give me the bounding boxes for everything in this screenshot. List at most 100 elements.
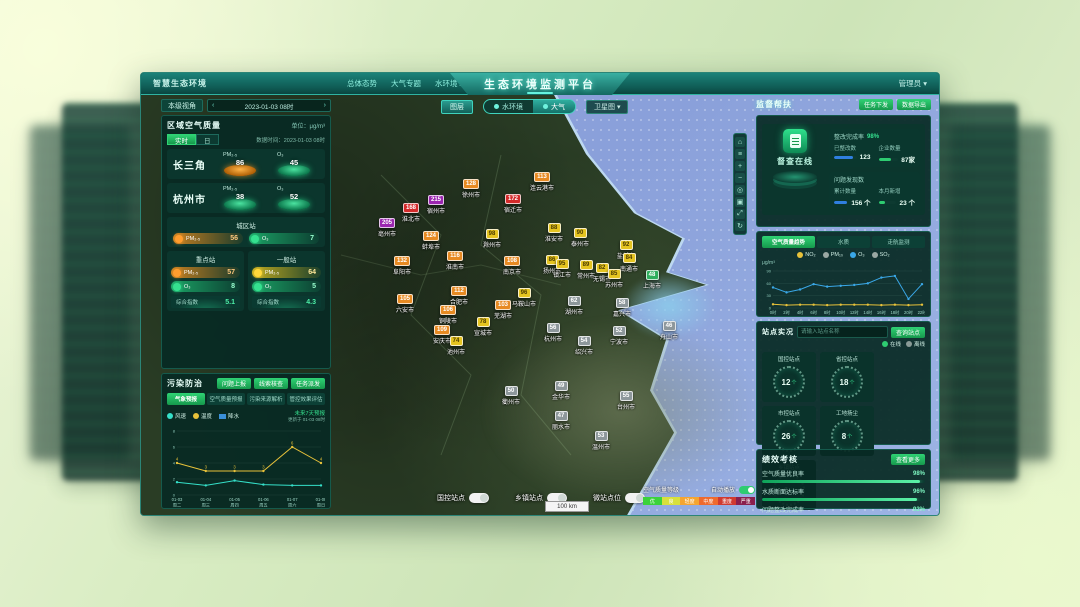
aqi-segment: 重度 (718, 497, 737, 505)
city-marker[interactable]: 103芜湖市 (494, 300, 512, 320)
city-marker[interactable]: 215宿州市 (427, 195, 445, 215)
layer-toggle-switch[interactable] (469, 493, 489, 503)
city-marker[interactable]: 48上海市 (643, 270, 661, 290)
city-marker[interactable]: 98滁州市 (483, 229, 501, 249)
city-marker[interactable]: 74池州市 (447, 336, 465, 356)
city-marker[interactable]: 95镇江市 (553, 259, 571, 279)
city-marker[interactable]: 105六安市 (396, 294, 414, 314)
trend-tab-2[interactable]: 走航监测 (872, 236, 925, 248)
forecast-button-1[interactable]: 线索核查 (254, 378, 288, 389)
supervision-button-0[interactable]: 任务下发 (859, 99, 893, 110)
forecast-tab-1[interactable]: 空气质量预报 (207, 393, 245, 405)
forecast-tab-3[interactable]: 管控效果评估 (287, 393, 325, 405)
marker-city-name: 宁波市 (610, 337, 628, 346)
pill-dot-icon (173, 283, 181, 291)
grid-icon[interactable]: ▣ (735, 197, 745, 207)
aqi-segment: 优 (643, 497, 662, 505)
city-marker[interactable]: 52宁波市 (610, 326, 628, 346)
date-picker[interactable]: ‹ 2023-01-03 08时 › (207, 99, 331, 112)
locate-icon[interactable]: ◎ (735, 185, 745, 195)
zoom-in-icon[interactable]: + (735, 161, 745, 171)
legend-label: O₃ (858, 252, 865, 258)
reset-icon[interactable]: ↻ (735, 221, 745, 231)
forecast-tab-0[interactable]: 气象预报 (167, 393, 205, 405)
marker-city-name: 上海市 (643, 281, 661, 290)
station-search-button[interactable]: 查询站点 (891, 327, 925, 338)
legend-label: NO₂ (805, 252, 815, 258)
city-marker[interactable]: 62湖州市 (565, 296, 583, 316)
city-marker[interactable]: 168淮北市 (402, 203, 420, 223)
trend-tab-1[interactable]: 水质 (817, 236, 870, 248)
city-card-title: 城区站 (172, 220, 320, 230)
forecast-button-2[interactable]: 任务派发 (291, 378, 325, 389)
fullscreen-icon[interactable]: ⤢ (735, 209, 745, 219)
city-marker[interactable]: 106铜陵市 (439, 305, 457, 325)
home-icon[interactable]: ⌂ (735, 137, 745, 147)
city-marker[interactable]: 85苏州市 (605, 269, 623, 289)
city-marker[interactable]: 47丽水市 (552, 411, 570, 431)
layers-button[interactable]: 图层 (441, 100, 473, 114)
city-marker[interactable]: 55台州市 (617, 391, 635, 411)
map-mode-1[interactable]: 大气 (533, 100, 575, 113)
zoom-out-icon[interactable]: − (735, 173, 745, 183)
city-marker[interactable]: 205亳州市 (378, 218, 396, 238)
marker-value-chip: 103 (495, 300, 511, 310)
map-mode-0[interactable]: 水环境 (484, 100, 533, 113)
city-marker[interactable]: 128徐州市 (462, 179, 480, 199)
pollutant-pill: PM₂.₅56 (173, 233, 243, 244)
city-marker[interactable]: 90泰州市 (571, 228, 589, 248)
legend-label: 降水 (228, 412, 239, 420)
supervision-button-1[interactable]: 数据导出 (897, 99, 931, 110)
city-marker[interactable]: 49金华市 (552, 381, 570, 401)
city-marker[interactable]: 172宿迁市 (504, 194, 522, 214)
basemap-select[interactable]: 卫星图 ▾ (586, 100, 628, 114)
city-marker[interactable]: 58嘉兴市 (613, 298, 631, 318)
city-marker[interactable]: 124蚌埠市 (422, 231, 440, 251)
forecast-button-0[interactable]: 问题上报 (217, 378, 251, 389)
top-header: 智慧生态环境 总体态势大气专题水环境专题 生态环境监测平台 管理员 ▾ (141, 73, 939, 95)
date-prev-arrow[interactable]: ‹ (212, 102, 214, 109)
marker-city-name: 马鞍山市 (512, 299, 536, 308)
layer-toggle-label: 微站点位 (593, 493, 621, 503)
station-panel: 站点实况 查询站点 在线离线 国控站点12个省控站点18个市控站点26个工地扬尘… (756, 321, 931, 445)
layer-toggle-switch[interactable] (625, 493, 645, 503)
layers-icon[interactable]: ≡ (735, 149, 745, 159)
marker-value-chip: 109 (434, 325, 450, 335)
city-marker[interactable]: 112合肥市 (450, 286, 468, 306)
city-marker[interactable]: 88淮安市 (545, 223, 563, 243)
kpi-value: 92% (913, 507, 925, 513)
city-marker[interactable]: 108南京市 (503, 256, 521, 276)
nav-item-1[interactable]: 大气专题 (391, 78, 421, 89)
brand-label: 智慧生态环境 (153, 78, 207, 89)
pill-pollutant: PM₂.₅ (265, 270, 279, 276)
air-toggle-1[interactable]: 日 (196, 134, 219, 145)
city-marker[interactable]: 56杭州市 (544, 323, 562, 343)
city-marker[interactable]: 53温州市 (592, 431, 610, 451)
city-marker[interactable]: 78宣城市 (474, 317, 492, 337)
date-next-arrow[interactable]: › (324, 102, 326, 109)
city-marker[interactable]: 96马鞍山市 (512, 288, 536, 308)
city-marker[interactable]: 113连云港市 (530, 172, 554, 192)
forecast-meta-primary: 未来7天预报 (288, 409, 325, 417)
city-marker[interactable]: 50衢州市 (502, 386, 520, 406)
forecast-tab-2[interactable]: 污染来源解析 (247, 393, 285, 405)
city-marker[interactable]: 46舟山市 (660, 321, 678, 341)
marker-city-name: 宿州市 (427, 206, 445, 215)
trend-tab-0[interactable]: 空气质量趋势 (762, 236, 815, 248)
city-marker[interactable]: 132阜阳市 (393, 256, 411, 276)
aqi-autoplay-toggle[interactable] (739, 486, 755, 494)
city-marker[interactable]: 54绍兴市 (575, 336, 593, 356)
nav-item-0[interactable]: 总体态势 (347, 78, 377, 89)
section-badge: 98% (867, 134, 879, 140)
city-marker[interactable]: 116淮南市 (446, 251, 464, 271)
kpi-label: 空气质量优良率 (762, 469, 804, 478)
user-menu[interactable]: 管理员 ▾ (899, 78, 927, 89)
air-toggle-0[interactable]: 实时 (167, 134, 196, 145)
legend-label: 风速 (175, 412, 186, 420)
marker-city-name: 湖州市 (565, 307, 583, 316)
view-scope-chip[interactable]: 本级视角 (161, 99, 203, 112)
forecast-tabs: 气象预报空气质量预报污染来源解析管控效果评估 (167, 393, 325, 405)
marker-city-name: 连云港市 (530, 183, 554, 192)
station-search-input[interactable] (797, 326, 888, 338)
kpi-more-button[interactable]: 查看更多 (891, 454, 925, 465)
